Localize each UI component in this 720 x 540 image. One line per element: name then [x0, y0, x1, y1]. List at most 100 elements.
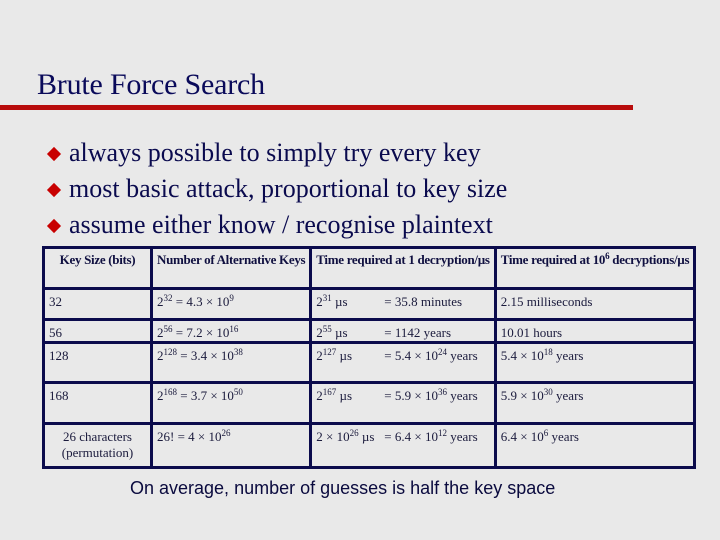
table-header-row: Key Size (bits) Number of Alternative Ke… — [42, 246, 697, 290]
text-segment: years — [548, 429, 579, 444]
cell-key-size: 168 — [42, 381, 153, 425]
header-alternative-keys: Number of Alternative Keys — [149, 246, 313, 290]
cell-alternatives: 232 = 4.3 × 109 — [149, 287, 313, 321]
text-segment: µs — [331, 294, 348, 309]
exponent: 128 — [163, 347, 178, 357]
cell-time-slow: 2127 µs = 5.4 × 1024 years — [309, 341, 497, 384]
text-segment: years — [446, 429, 478, 444]
cell-time-fast: 6.4 × 106 years — [493, 422, 697, 469]
exponent: 127 — [322, 347, 337, 357]
table-row: 26 characters (permutation) 26! = 4 × 10… — [42, 422, 697, 469]
text-segment: years — [552, 348, 584, 363]
exponent: 168 — [163, 387, 178, 397]
title-divider — [0, 105, 633, 110]
text-segment: = 5.9 × 10 — [384, 388, 438, 403]
text-segment: µs — [336, 348, 353, 363]
cell-alternatives: 2128 = 3.4 × 1038 — [149, 341, 313, 384]
text-segment: Time required at 1 decryption/µs — [316, 252, 490, 267]
exponent: 30 — [543, 387, 553, 397]
bullet-text: always possible to simply try every key — [69, 138, 481, 167]
exponent: 167 — [322, 387, 337, 397]
exponent: 18 — [543, 347, 553, 357]
cell-alternatives: 2168 = 3.7 × 1050 — [149, 381, 313, 425]
table-row: 56 256 = 7.2 × 1016 255 µs = 1142 years 1… — [42, 318, 697, 344]
cell-time-slow: 2167 µs = 5.9 × 1036 years — [309, 381, 497, 425]
text-segment: = 7.2 × 10 — [172, 325, 230, 340]
cell-time-slow: 2 × 1026 µs = 6.4 × 1012 years — [309, 422, 497, 469]
text-segment: years — [446, 388, 478, 403]
text-segment: years — [446, 348, 478, 363]
diamond-bullet-icon — [46, 146, 62, 162]
text-segment: Number of Alternative Keys — [157, 252, 306, 267]
exponent: 50 — [233, 387, 243, 397]
table-row: 32 232 = 4.3 × 109 231 µs = 35.8 minutes … — [42, 287, 697, 321]
time-us: 2 × 1026 µs — [316, 429, 384, 445]
time-us: 255 µs — [316, 325, 384, 341]
exponent: 26 — [221, 428, 231, 438]
text-segment: 26! = 4 × 10 — [157, 429, 222, 444]
cell-key-size: 128 — [42, 341, 153, 384]
exponent: 36 — [437, 387, 447, 397]
text-segment: decryptions/µs — [609, 252, 690, 267]
bullet-text: most basic attack, proportional to key s… — [69, 174, 508, 203]
text-segment: 6.4 × 10 — [500, 429, 544, 444]
text-segment: = 4.3 × 10 — [172, 294, 230, 309]
time-value: = 1142 years — [384, 325, 451, 340]
cell-key-size: 56 — [42, 318, 153, 344]
cell-alternatives: 26! = 4 × 1026 — [149, 422, 313, 469]
text-segment: = 5.4 × 10 — [384, 348, 438, 363]
bullet-list: always possible to simply try every key … — [46, 135, 508, 243]
exponent: 56 — [163, 324, 173, 334]
time-us: 2167 µs — [316, 388, 384, 404]
brute-force-table: Key Size (bits) Number of Alternative Ke… — [42, 246, 697, 469]
text-segment: Key Size (bits) — [59, 252, 136, 267]
text-segment: years — [552, 388, 584, 403]
text-segment: 10.01 hours — [500, 325, 563, 340]
exponent: 31 — [322, 293, 332, 303]
exponent: 16 — [229, 324, 239, 334]
text-segment: µs — [358, 429, 375, 444]
diamond-bullet-icon — [46, 182, 62, 198]
exponent: 55 — [322, 324, 332, 334]
time-value: = 6.4 × 1012 years — [384, 428, 478, 445]
exponent: 12 — [437, 428, 447, 438]
slide-title: Brute Force Search — [37, 68, 265, 101]
time-value: = 35.8 minutes — [384, 294, 462, 309]
text-segment: = 3.7 × 10 — [177, 388, 234, 403]
text-segment: 5.4 × 10 — [500, 348, 544, 363]
exponent: 32 — [163, 293, 173, 303]
exponent: 38 — [233, 347, 243, 357]
bullet-item: most basic attack, proportional to key s… — [46, 171, 508, 207]
exponent: 9 — [229, 293, 234, 303]
diamond-bullet-icon — [46, 218, 62, 234]
text-segment: = 6.4 × 10 — [384, 429, 438, 444]
text-segment: 5.9 × 10 — [500, 388, 544, 403]
time-value: = 5.4 × 1024 years — [384, 347, 478, 364]
table-row: 168 2168 = 3.7 × 1050 2167 µs = 5.9 × 103… — [42, 381, 697, 425]
header-time-1-per-us: Time required at 1 decryption/µs — [309, 246, 497, 290]
cell-alternatives: 256 = 7.2 × 1016 — [149, 318, 313, 344]
time-us: 231 µs — [316, 294, 384, 310]
exponent: 26 — [349, 428, 359, 438]
cell-key-size: 26 characters (permutation) — [42, 422, 153, 469]
time-value: = 5.9 × 1036 years — [384, 387, 478, 404]
cell-key-size: 32 — [42, 287, 153, 321]
text-segment: = 3.4 × 10 — [177, 348, 234, 363]
bullet-item: assume either know / recognise plaintext — [46, 207, 507, 243]
footer-note: On average, number of guesses is half th… — [130, 478, 556, 498]
cell-time-fast: 2.15 milliseconds — [493, 287, 697, 321]
cell-time-slow: 231 µs = 35.8 minutes — [309, 287, 497, 321]
text-segment: = 1142 years — [384, 325, 452, 340]
table-row: 128 2128 = 3.4 × 1038 2127 µs = 5.4 × 102… — [42, 341, 697, 384]
bullet-item: always possible to simply try every key — [46, 135, 507, 171]
text-segment: 2 × 10 — [316, 429, 350, 444]
text-segment: = 35.8 minutes — [384, 294, 463, 309]
header-time-million-per-us: Time required at 106 decryptions/µs — [493, 246, 697, 290]
exponent: 24 — [437, 347, 447, 357]
text-segment: µs — [331, 325, 348, 340]
header-key-size: Key Size (bits) — [42, 246, 153, 290]
bullet-text: assume either know / recognise plaintext — [69, 210, 493, 239]
text-segment: 2.15 milliseconds — [500, 294, 593, 309]
cell-time-fast: 5.4 × 1018 years — [493, 341, 697, 384]
cell-time-fast: 10.01 hours — [493, 318, 697, 344]
